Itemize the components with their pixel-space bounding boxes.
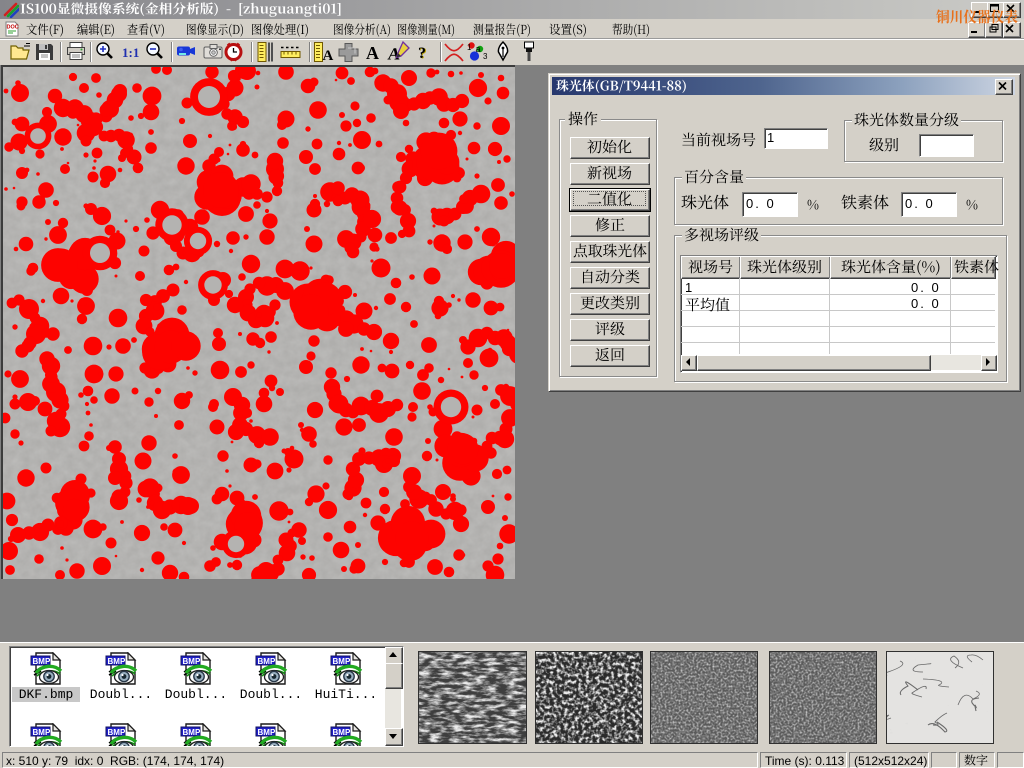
svg-text:1: 1 bbox=[467, 43, 472, 52]
svg-text:BMP: BMP bbox=[333, 657, 351, 666]
svg-text:?: ? bbox=[418, 45, 426, 62]
svg-text:DOC: DOC bbox=[7, 25, 19, 31]
svg-text:BMP: BMP bbox=[258, 728, 276, 737]
svg-text:1:1: 1:1 bbox=[122, 45, 139, 60]
svg-text:A: A bbox=[366, 43, 379, 63]
svg-text:BMP: BMP bbox=[183, 728, 201, 737]
svg-text:BMP: BMP bbox=[33, 657, 51, 666]
svg-text:BMP: BMP bbox=[333, 728, 351, 737]
svg-text:BMP: BMP bbox=[108, 657, 126, 666]
svg-text:a: a bbox=[476, 44, 481, 54]
svg-text:A: A bbox=[323, 48, 334, 64]
svg-text:BMP: BMP bbox=[108, 728, 126, 737]
svg-text:BMP: BMP bbox=[183, 657, 201, 666]
svg-text:BMP: BMP bbox=[258, 657, 276, 666]
svg-text:BMP: BMP bbox=[33, 728, 51, 737]
svg-text:3: 3 bbox=[483, 52, 488, 61]
